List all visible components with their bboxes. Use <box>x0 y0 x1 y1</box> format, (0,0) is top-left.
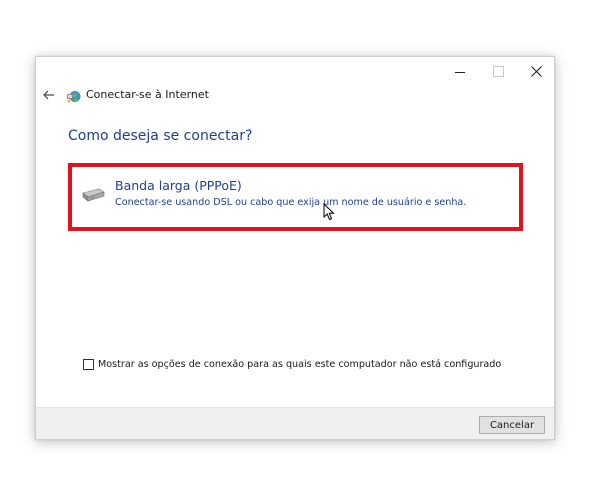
back-arrow-icon[interactable] <box>42 88 56 102</box>
show-unconfigured-options[interactable]: Mostrar as opções de conexão para as qua… <box>83 359 501 370</box>
broadband-modem-icon <box>82 188 105 202</box>
show-unconfigured-checkbox[interactable] <box>83 359 94 370</box>
page-heading: Como deseja se conectar? <box>68 128 253 144</box>
option-description: Conectar-se usando DSL ou cabo que exija… <box>115 197 467 208</box>
close-button[interactable] <box>517 57 555 85</box>
option-title: Banda larga (PPPoE) <box>115 178 242 193</box>
close-icon <box>530 65 542 77</box>
mouse-pointer-icon <box>323 203 335 221</box>
cancel-button[interactable]: Cancelar <box>479 416 545 434</box>
window-title: Conectar-se à Internet <box>86 88 209 101</box>
minimize-icon <box>455 71 465 73</box>
dialog-footer: Cancelar <box>36 407 554 439</box>
minimize-button[interactable] <box>441 57 479 85</box>
option-broadband-pppoe[interactable]: Banda larga (PPPoE) Conectar-se usando D… <box>68 163 523 231</box>
show-unconfigured-label: Mostrar as opções de conexão para as qua… <box>98 359 502 370</box>
maximize-button <box>479 57 517 85</box>
connect-to-internet-dialog: Conectar-se à Internet Como deseja se co… <box>35 56 555 440</box>
maximize-icon <box>492 65 504 77</box>
network-globe-icon <box>67 91 81 103</box>
